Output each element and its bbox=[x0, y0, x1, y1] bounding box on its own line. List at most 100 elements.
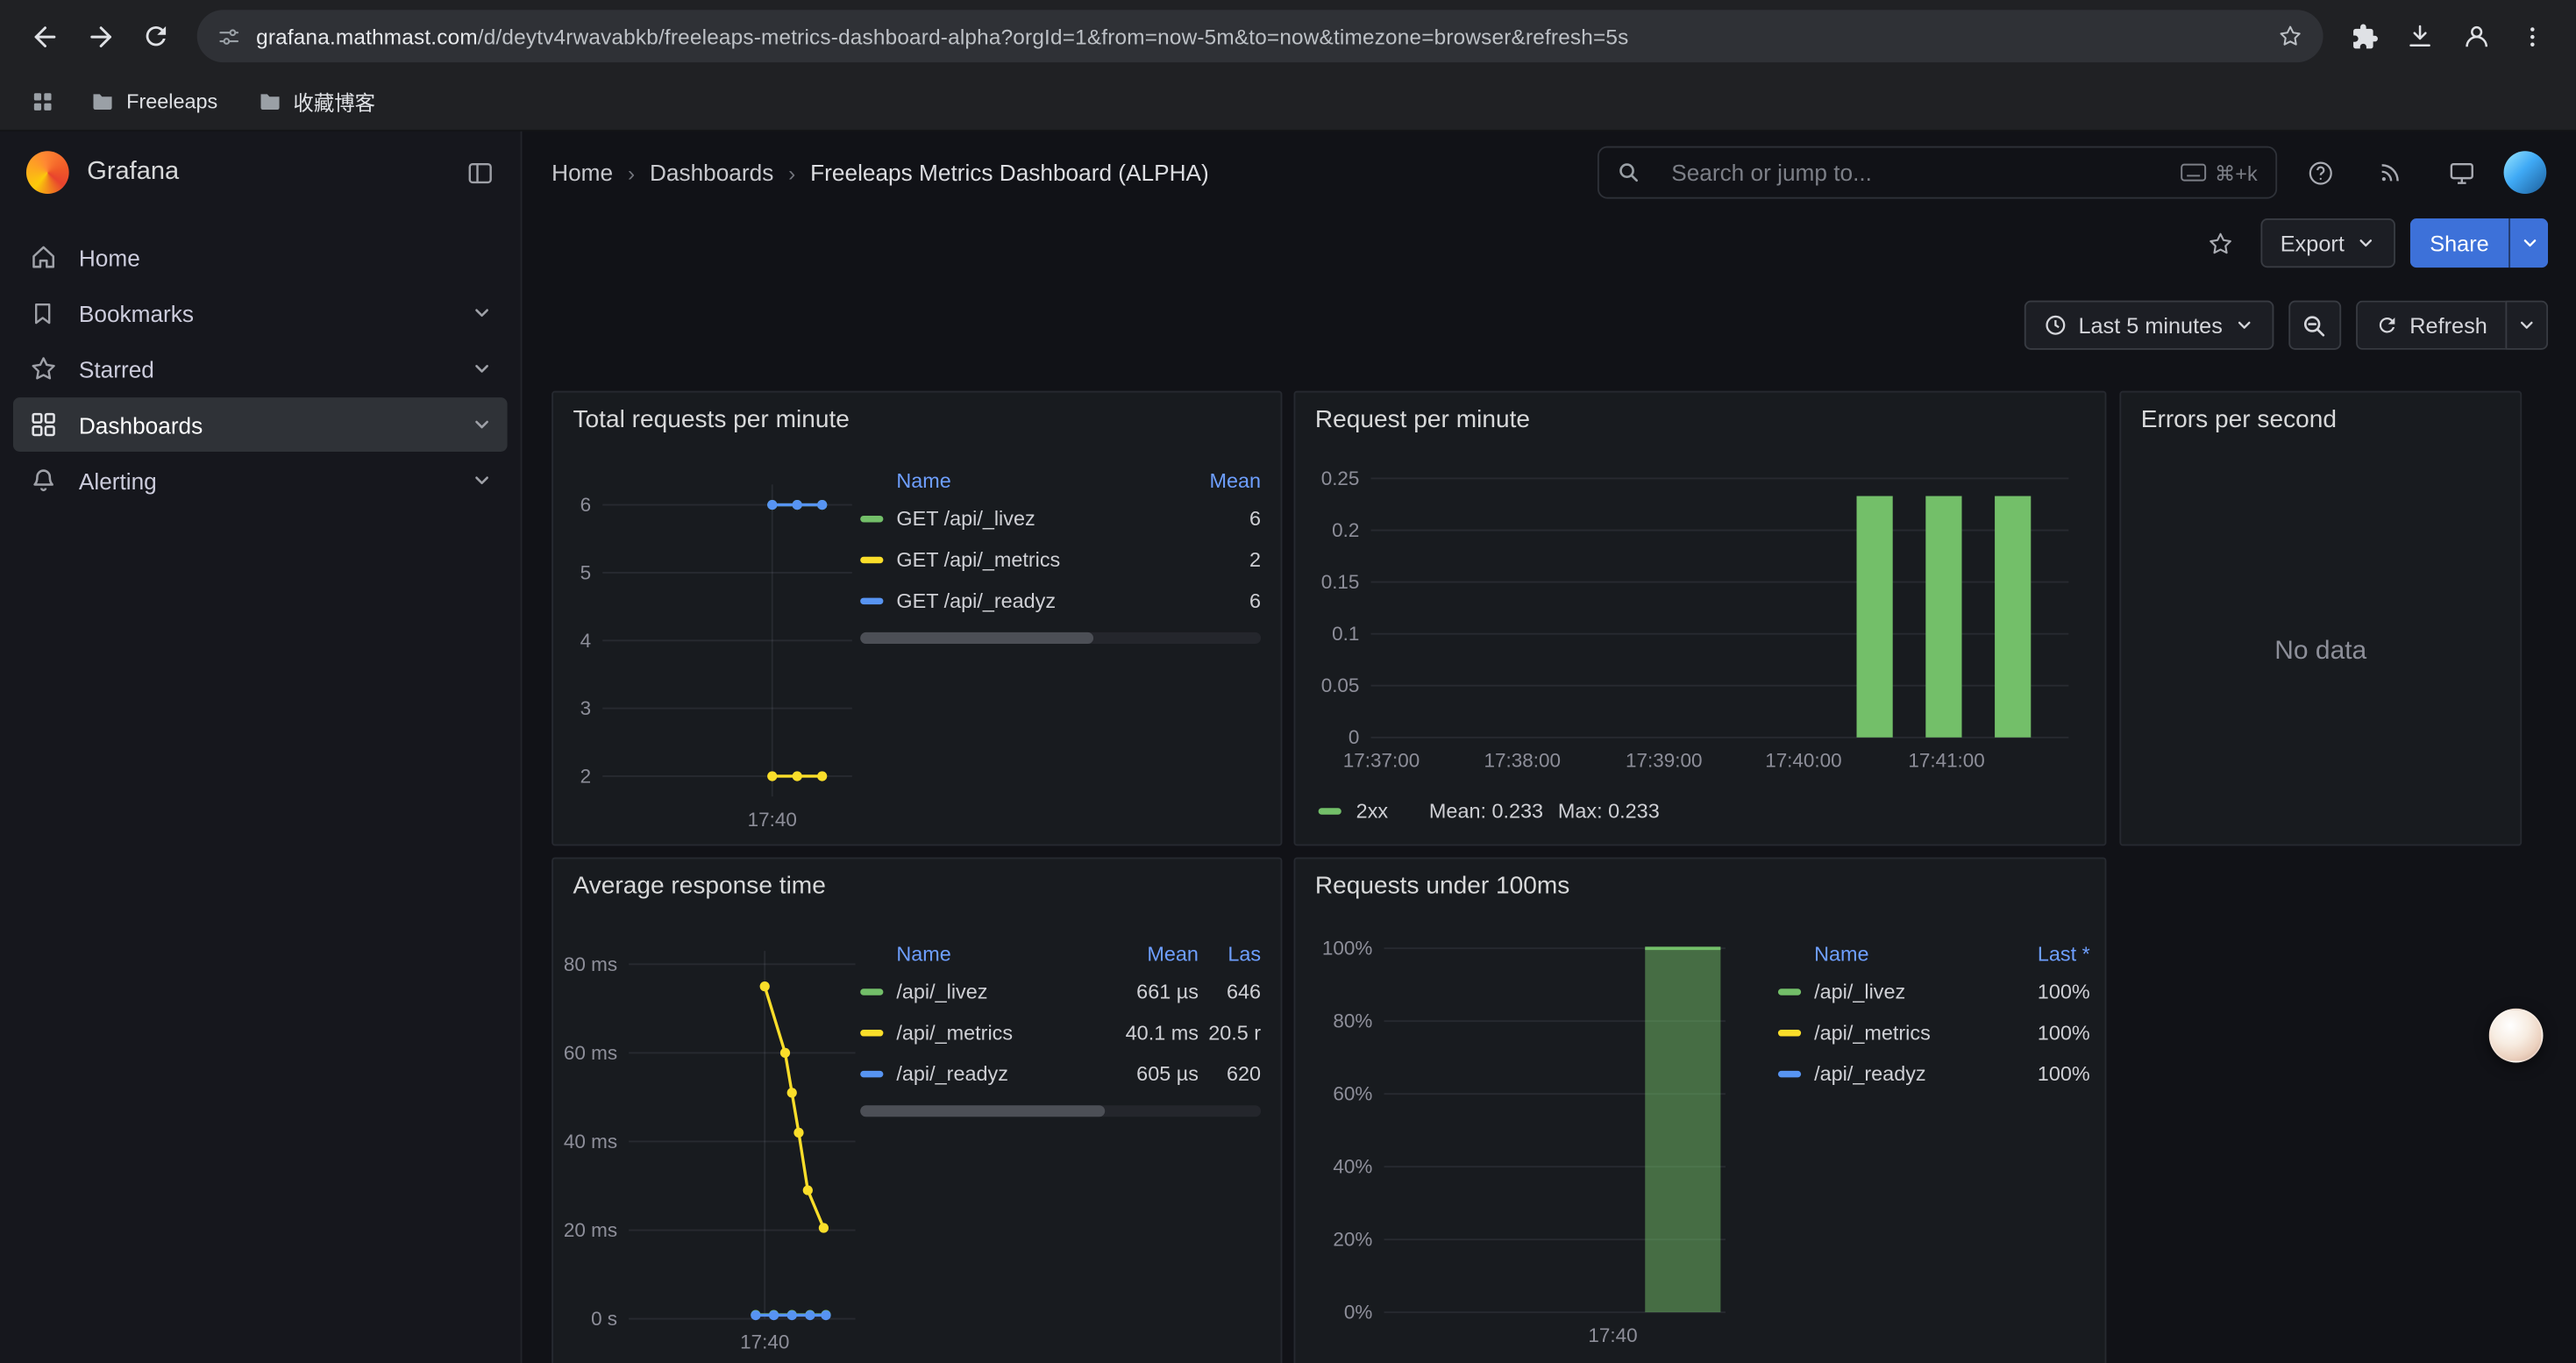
url-text[interactable]: grafana.mathmast.com/d/deytv4rwavabkb/fr… bbox=[256, 24, 2267, 48]
legend-scrollbar[interactable] bbox=[860, 632, 1261, 644]
series-name[interactable]: /api/_livez bbox=[896, 980, 1099, 1003]
favorite-dashboard-button[interactable] bbox=[2196, 218, 2245, 268]
series-swatch bbox=[860, 1070, 883, 1076]
bookmark-folder-freeleaps[interactable]: Freeleaps bbox=[75, 78, 232, 124]
zoom-out-time-button[interactable] bbox=[2288, 301, 2341, 350]
breadcrumb-current: Freeleaps Metrics Dashboard (ALPHA) bbox=[810, 160, 1209, 186]
legend-col-name[interactable]: Name bbox=[860, 943, 1099, 966]
series-name[interactable]: 2xx bbox=[1356, 800, 1388, 823]
legend-row: GET /api/_readyz 6 bbox=[860, 580, 1261, 621]
refresh-button[interactable]: Refresh bbox=[2356, 301, 2506, 350]
refresh-icon bbox=[2375, 314, 2398, 337]
svg-text:17:40: 17:40 bbox=[1588, 1324, 1637, 1346]
news-button[interactable] bbox=[2363, 145, 2419, 201]
site-settings-icon[interactable] bbox=[217, 24, 241, 48]
avg-response-time-chart[interactable]: 80 ms60 ms40 ms20 ms0 s17:40 bbox=[560, 931, 865, 1363]
legend-scrollbar[interactable] bbox=[860, 1105, 1261, 1117]
sidebar-item-alerting[interactable]: Alerting bbox=[13, 453, 508, 508]
panel-title[interactable]: Average response time bbox=[553, 859, 1281, 906]
legend-header-row: Name Mean bbox=[860, 465, 1261, 497]
sidebar-header: Grafana bbox=[0, 132, 521, 214]
legend-col-name[interactable]: Name bbox=[1778, 943, 1985, 966]
series-name[interactable]: GET /api/_readyz bbox=[896, 589, 1169, 611]
no-data-message: No data bbox=[2121, 458, 2520, 844]
help-icon bbox=[2306, 159, 2334, 187]
legend-col-last[interactable]: Last * bbox=[1985, 943, 2090, 966]
series-name[interactable]: /api/_metrics bbox=[896, 1021, 1099, 1044]
breadcrumb-dashboards[interactable]: Dashboards bbox=[650, 160, 773, 186]
breadcrumb-home[interactable]: Home bbox=[551, 160, 613, 186]
user-avatar[interactable] bbox=[2504, 151, 2547, 194]
clock-icon bbox=[2044, 314, 2067, 337]
legend-col-last[interactable]: Las bbox=[1199, 943, 1261, 966]
search-input[interactable] bbox=[1668, 158, 2167, 188]
share-button[interactable]: Share bbox=[2410, 218, 2508, 268]
monitor-icon bbox=[2447, 159, 2475, 187]
panel-title[interactable]: Requests under 100ms bbox=[1295, 859, 2104, 906]
legend-row: GET /api/_livez 6 bbox=[860, 497, 1261, 539]
sidebar-nav: Home Bookmarks Starred Dashboards bbox=[0, 213, 521, 507]
bookmark-folder-blogs[interactable]: 收藏博客 bbox=[242, 78, 390, 124]
browser-toolbar: grafana.mathmast.com/d/deytv4rwavabkb/fr… bbox=[0, 0, 2576, 72]
svg-text:3: 3 bbox=[580, 697, 592, 719]
share-menu-button[interactable] bbox=[2508, 218, 2548, 268]
panel-title[interactable]: Total requests per minute bbox=[553, 393, 1281, 440]
screen: grafana.mathmast.com/d/deytv4rwavabkb/fr… bbox=[0, 0, 2576, 1363]
sidebar: Grafana Home Bookmarks Starred bbox=[0, 132, 522, 1363]
back-button[interactable] bbox=[17, 8, 73, 64]
address-bar[interactable]: grafana.mathmast.com/d/deytv4rwavabkb/fr… bbox=[197, 10, 2323, 62]
sidebar-item-bookmarks[interactable]: Bookmarks bbox=[13, 286, 508, 340]
series-swatch bbox=[860, 988, 883, 994]
series-name[interactable]: GET /api/_metrics bbox=[896, 547, 1169, 570]
assistant-avatar[interactable] bbox=[2489, 1009, 2544, 1063]
search-icon bbox=[1617, 161, 1640, 184]
sidebar-item-home[interactable]: Home bbox=[13, 230, 508, 284]
zoom-out-icon bbox=[2302, 313, 2327, 338]
request-per-minute-chart[interactable]: 0.250.20.150.10.05017:37:0017:38:0017:39… bbox=[1308, 452, 2095, 800]
panel-title[interactable]: Errors per second bbox=[2121, 393, 2520, 440]
help-button[interactable] bbox=[2292, 145, 2348, 201]
series-name[interactable]: /api/_livez bbox=[1814, 980, 1985, 1003]
chevron-down-icon[interactable] bbox=[471, 470, 492, 491]
svg-text:17:37:00: 17:37:00 bbox=[1343, 749, 1420, 771]
kiosk-mode-button[interactable] bbox=[2433, 145, 2489, 201]
export-button[interactable]: Export bbox=[2260, 218, 2395, 268]
brand-title: Grafana bbox=[87, 158, 448, 188]
chevron-down-icon[interactable] bbox=[471, 303, 492, 324]
browser-menu-button[interactable] bbox=[2504, 8, 2560, 64]
scrollbar-thumb[interactable] bbox=[860, 1105, 1105, 1117]
scrollbar-thumb[interactable] bbox=[860, 632, 1092, 644]
sidebar-item-dashboards[interactable]: Dashboards bbox=[13, 397, 508, 452]
bookmark-page-button[interactable] bbox=[2267, 13, 2313, 59]
reload-button[interactable] bbox=[128, 8, 184, 64]
legend-col-mean[interactable]: Mean bbox=[1169, 470, 1261, 493]
apps-shortcut-button[interactable] bbox=[19, 78, 65, 124]
total-requests-chart[interactable]: 6543217:40 bbox=[563, 461, 862, 842]
chevron-down-icon[interactable] bbox=[471, 414, 492, 435]
chevron-down-icon[interactable] bbox=[471, 358, 492, 379]
legend-col-mean[interactable]: Mean bbox=[1100, 943, 1199, 966]
series-name[interactable]: /api/_readyz bbox=[896, 1062, 1099, 1085]
series-swatch bbox=[1319, 808, 1341, 814]
panel-title[interactable]: Request per minute bbox=[1295, 393, 2104, 440]
browser-profile-button[interactable] bbox=[2448, 8, 2504, 64]
grafana-logo[interactable] bbox=[26, 151, 69, 194]
series-name[interactable]: GET /api/_livez bbox=[896, 507, 1169, 530]
search-box[interactable]: ⌘+k bbox=[1598, 146, 2277, 199]
downloads-button[interactable] bbox=[2392, 8, 2448, 64]
extensions-button[interactable] bbox=[2337, 8, 2393, 64]
sidebar-collapse-button[interactable] bbox=[466, 159, 495, 187]
series-swatch bbox=[1778, 1029, 1801, 1035]
series-name[interactable]: /api/_readyz bbox=[1814, 1062, 1985, 1085]
svg-text:40%: 40% bbox=[1333, 1156, 1372, 1178]
refresh-interval-button[interactable] bbox=[2505, 301, 2548, 350]
series-name[interactable]: /api/_metrics bbox=[1814, 1021, 1985, 1044]
share-split-button: Share bbox=[2410, 218, 2548, 268]
sidebar-item-starred[interactable]: Starred bbox=[13, 341, 508, 396]
requests-under-100ms-chart[interactable]: 100%80%60%40%20%0%17:40 bbox=[1308, 924, 1739, 1361]
legend-col-name[interactable]: Name bbox=[860, 470, 1169, 493]
time-range-picker[interactable]: Last 5 minutes bbox=[2025, 301, 2274, 350]
star-icon bbox=[2277, 23, 2303, 49]
legend-inline: 2xx Mean: 0.233 Max: 0.233 bbox=[1319, 800, 1660, 823]
forward-button[interactable] bbox=[72, 8, 128, 64]
